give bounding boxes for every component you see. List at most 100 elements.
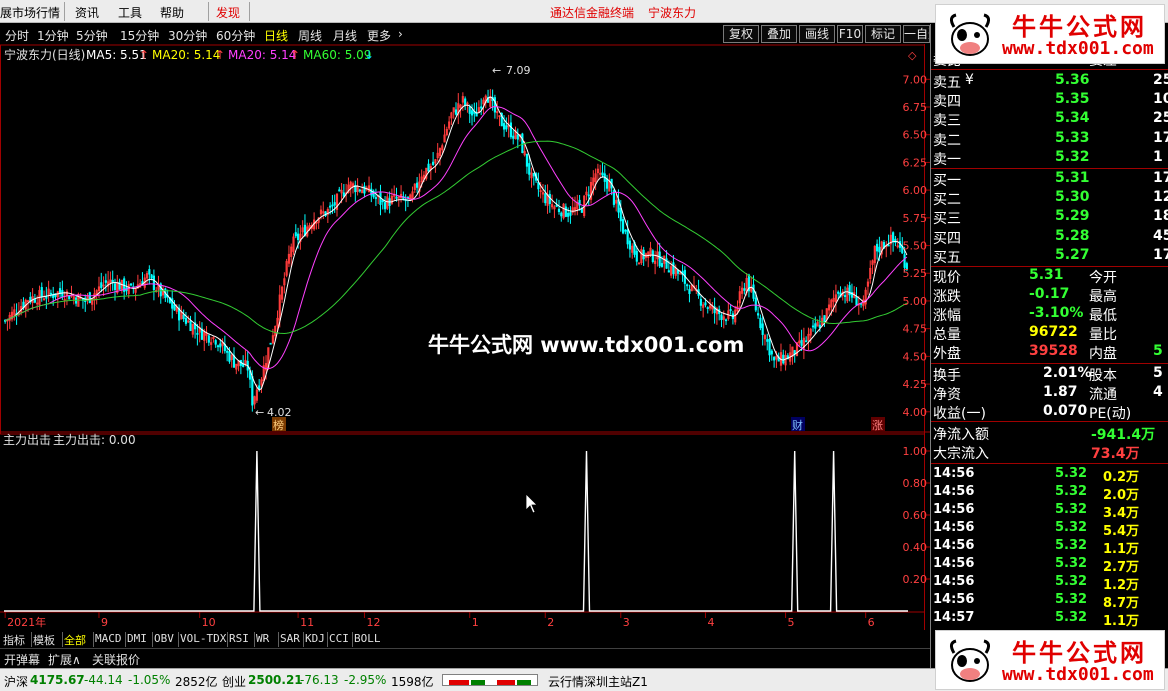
- indicator-tick-label: 0.40: [903, 541, 928, 554]
- bid-row: 买三 5.29 18: [931, 208, 1168, 227]
- menu-help[interactable]: 帮助: [160, 4, 184, 21]
- indicator-tab-7[interactable]: RSI: [229, 632, 249, 645]
- ma60-label: MA60: 5.09: [303, 48, 371, 62]
- candle-body: [219, 343, 222, 348]
- tick-price: 5.32: [1055, 610, 1088, 625]
- candle-body: [548, 193, 551, 204]
- danmaku-tab[interactable]: 开弹幕: [4, 651, 40, 668]
- tf-1min[interactable]: 1分钟: [37, 27, 69, 44]
- date-tick-label: 2021年: [7, 615, 46, 629]
- cai-marker: 财: [792, 418, 803, 432]
- ask-price: 5.35: [1055, 91, 1090, 108]
- tf-intraday[interactable]: 分时: [5, 27, 29, 44]
- tick-price: 5.32: [1055, 484, 1088, 499]
- candle-body: [624, 229, 627, 232]
- indicator-tab-0[interactable]: 指标: [3, 632, 25, 648]
- indicator-tab-2[interactable]: 全部: [64, 632, 86, 648]
- server-name[interactable]: 云行情深圳主站Z1: [548, 673, 648, 690]
- menu-market[interactable]: 展市场行情: [0, 4, 60, 21]
- indicator-tab-5[interactable]: OBV: [154, 632, 174, 645]
- f10-button[interactable]: F10: [837, 25, 863, 43]
- date-tick-label: 2: [547, 616, 554, 629]
- kline-chart[interactable]: 宁波东力(日线) MA5: 5.51 ↑ MA20: 5.14 ↑ MA20: …: [0, 44, 930, 630]
- candle-body: [374, 197, 377, 199]
- candle-body: [587, 194, 590, 197]
- stat2-label-2: PE(动): [1089, 406, 1132, 422]
- tf-more[interactable]: 更多: [367, 27, 391, 44]
- expand-tab[interactable]: 扩展∧: [48, 651, 81, 668]
- candle-body: [148, 269, 151, 275]
- candle-body: [557, 208, 561, 213]
- candle-body: [635, 250, 638, 262]
- tf-15min[interactable]: 15分钟: [120, 27, 159, 44]
- indicator-tab-12[interactable]: BOLL: [354, 632, 381, 645]
- tf-30min[interactable]: 30分钟: [168, 27, 207, 44]
- tick-time: 14:57: [933, 610, 975, 625]
- cy-change: -76.13: [300, 673, 339, 687]
- candle-body: [464, 98, 467, 106]
- ask-volume: 25: [1153, 110, 1168, 127]
- indicator-tick-label: 1.00: [903, 445, 928, 458]
- tf-monthly[interactable]: 月线: [333, 27, 357, 44]
- indicator-tab-4[interactable]: DMI: [127, 632, 147, 645]
- indicator-tab-1[interactable]: 模板: [33, 632, 55, 648]
- high-marker: 7.09: [506, 64, 531, 77]
- indicator-tab-11[interactable]: CCI: [329, 632, 349, 645]
- candle-body: [720, 314, 723, 321]
- indicator-tab-3[interactable]: MACD: [95, 632, 122, 645]
- draw-button[interactable]: 画线: [799, 25, 835, 43]
- ma20-label-a: MA20: 5.14: [152, 48, 220, 62]
- stat-row: 涨幅 -3.10% 最低: [931, 305, 1168, 324]
- tf-60min[interactable]: 60分钟: [216, 27, 255, 44]
- indicator-tab-9[interactable]: SAR: [280, 632, 300, 645]
- stat-label: 现价: [933, 270, 961, 286]
- watchlist-button[interactable]: 一自选: [903, 25, 930, 43]
- candle-body: [800, 339, 803, 346]
- menu-discover[interactable]: 发现: [216, 4, 240, 21]
- watermark-bottom: 牛牛公式网 www.tdx001.com: [935, 630, 1165, 690]
- candle-body: [470, 110, 474, 116]
- ask-label: 卖二: [933, 132, 961, 149]
- mark-button[interactable]: 标记: [865, 25, 901, 43]
- adjust-button[interactable]: 复权: [723, 25, 759, 43]
- chevron-right-icon[interactable]: ›: [398, 27, 403, 41]
- menu-tools[interactable]: 工具: [118, 4, 142, 21]
- candle-body: [667, 270, 670, 273]
- candle-body: [383, 202, 387, 210]
- candle-body: [294, 232, 297, 237]
- stat2-row: 收益(一) 0.070 PE(动): [931, 403, 1168, 422]
- indicator-tab-10[interactable]: KDJ: [305, 632, 325, 645]
- candle-body: [706, 307, 709, 309]
- stat-row: 现价 5.31 今开: [931, 267, 1168, 286]
- tick-row: 14:57 5.32 1.1万: [931, 610, 1168, 629]
- tick-price: 5.32: [1055, 574, 1088, 589]
- bid-label: 买二: [933, 192, 961, 209]
- overlay-button[interactable]: 叠加: [761, 25, 797, 43]
- stat2-row: 净资 1.87 流通 4: [931, 384, 1168, 403]
- indicator-tab-8[interactable]: WR: [256, 632, 269, 645]
- indicator-axis: 1.00 0.80 0.60 0.40 0.20: [903, 445, 930, 586]
- tick-row: 14:56 5.32 0.2万: [931, 466, 1168, 485]
- tf-5min[interactable]: 5分钟: [76, 27, 108, 44]
- candle-body: [406, 196, 410, 199]
- candle-body: [626, 229, 629, 245]
- candle-body: [672, 262, 675, 275]
- related-quote-tab[interactable]: 关联报价: [92, 651, 140, 668]
- sh-label: 沪深: [4, 675, 29, 689]
- tf-daily[interactable]: 日线: [264, 27, 288, 44]
- indicator-tab-6[interactable]: VOL-TDX: [180, 632, 226, 645]
- candle-body: [226, 350, 229, 353]
- chart-markers: ← 7.09← 4.02榜财涨◇: [255, 49, 917, 432]
- ask-price: 5.34: [1055, 110, 1090, 127]
- tick-volume: 1.2万: [1103, 578, 1140, 593]
- menu-news[interactable]: 资讯: [75, 4, 99, 21]
- svg-text:↑: ↑: [290, 48, 300, 62]
- candle-body: [258, 385, 261, 390]
- candle-body: [567, 212, 570, 217]
- tick-price: 5.32: [1055, 592, 1088, 607]
- candle-body: [475, 112, 478, 117]
- flow-label: 大宗流入: [933, 446, 989, 462]
- tf-weekly[interactable]: 周线: [298, 27, 322, 44]
- candle-body: [502, 123, 506, 130]
- app-title: 通达信金融终端: [550, 6, 635, 20]
